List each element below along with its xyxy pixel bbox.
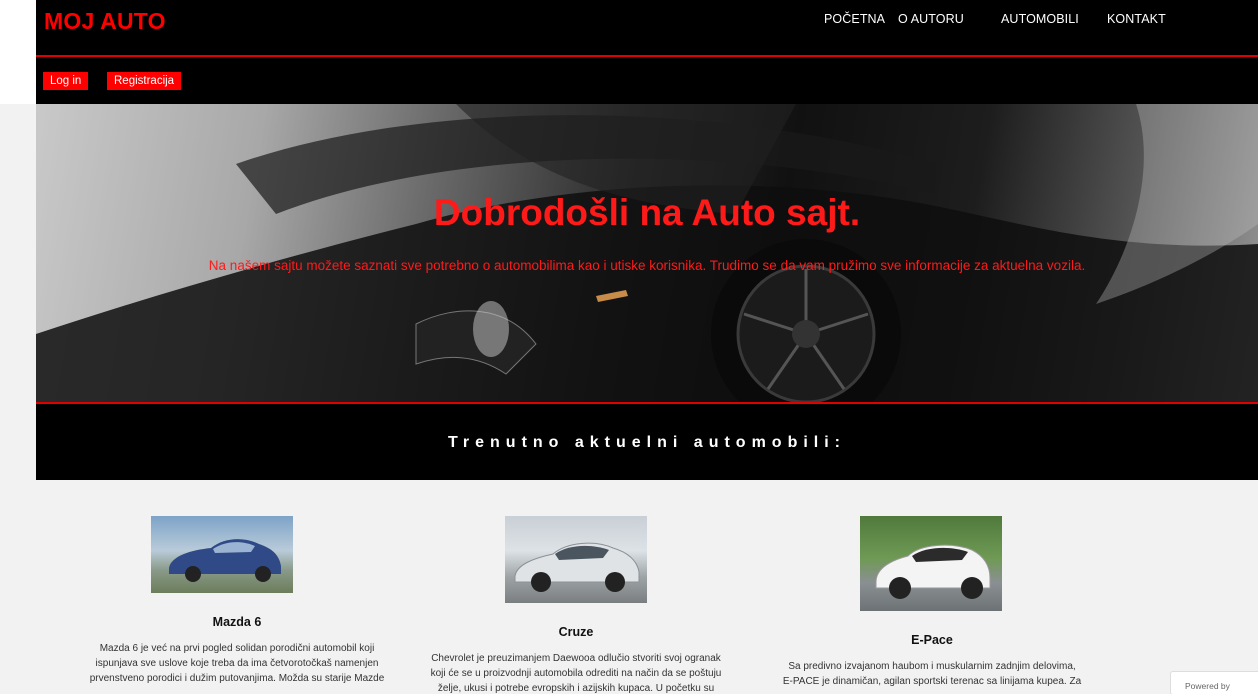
car-desc-mazda-1: Mazda 6 je već na prvi pogled solidan po… — [99, 643, 375, 654]
car-desc-epace-2: E-PACE je dinamičan, agilan sportski ter… — [782, 676, 1082, 687]
car-desc-cruze-3: želje, ukusi i potrebe evropskih i azijs… — [437, 683, 715, 694]
car-image-epace[interactable] — [860, 516, 1002, 611]
nav-automobili[interactable]: AUTOMOBILI — [1001, 12, 1079, 26]
car-desc-epace-1: Sa predivno izvajanom haubom i muskularn… — [788, 661, 1076, 672]
car-title-mazda: Mazda 6 — [212, 615, 262, 629]
login-button[interactable]: Log in — [43, 72, 89, 90]
car-title-epace: E-Pace — [911, 633, 953, 647]
hero-car-image — [36, 104, 1258, 403]
car-title-cruze: Cruze — [558, 625, 594, 639]
car-image-cruze[interactable] — [505, 516, 647, 603]
nav-pocetna[interactable]: POČETNA — [824, 12, 885, 26]
car-desc-mazda-2: ispunjava sve uslove koje treba da ima č… — [95, 658, 379, 669]
section-header: Trenutno aktuelni automobili: — [36, 404, 1258, 480]
car-desc-cruze-2: koji će se u proizvodnji automobila odre… — [430, 668, 722, 679]
header: MOJ AUTO POČETNA O AUTORU AUTOMOBILI KON… — [0, 0, 1258, 104]
car-desc-cruze-1: Chevrolet je preuzimanjem Daewooa odluči… — [431, 653, 721, 664]
car-card-epace: E-Pace Sa predivno izvajanom haubom i mu… — [752, 516, 1112, 689]
nav-o-autoru[interactable]: O AUTORU — [898, 12, 964, 26]
hero-banner: Dobrodošli na Auto sajt. Na našem sajtu … — [36, 104, 1258, 403]
header-divider — [36, 55, 1258, 57]
section-title: Trenutno aktuelni automobili: — [448, 434, 846, 451]
powered-by-badge[interactable]: Powered by — [1170, 671, 1258, 694]
car-desc-mazda-3: prvenstveno porodici i dužim putovanjima… — [89, 673, 385, 684]
powered-by-text: Powered by — [1185, 681, 1230, 691]
hero-subtitle: Na našem sajtu možete saznati sve potreb… — [208, 258, 1086, 273]
car-card-cruze: Cruze Chevrolet je preuzimanjem Daewooa … — [396, 516, 756, 694]
main-nav: POČETNA O AUTORU AUTOMOBILI KONTAKT — [0, 12, 1258, 32]
car-card-mazda: Mazda 6 Mazda 6 je već na prvi pogled so… — [57, 516, 417, 686]
register-button[interactable]: Registracija — [107, 72, 182, 90]
nav-kontakt[interactable]: KONTAKT — [1107, 12, 1166, 26]
car-image-mazda[interactable] — [151, 516, 293, 593]
hero-title: Dobrodošli na Auto sajt. — [433, 192, 861, 233]
